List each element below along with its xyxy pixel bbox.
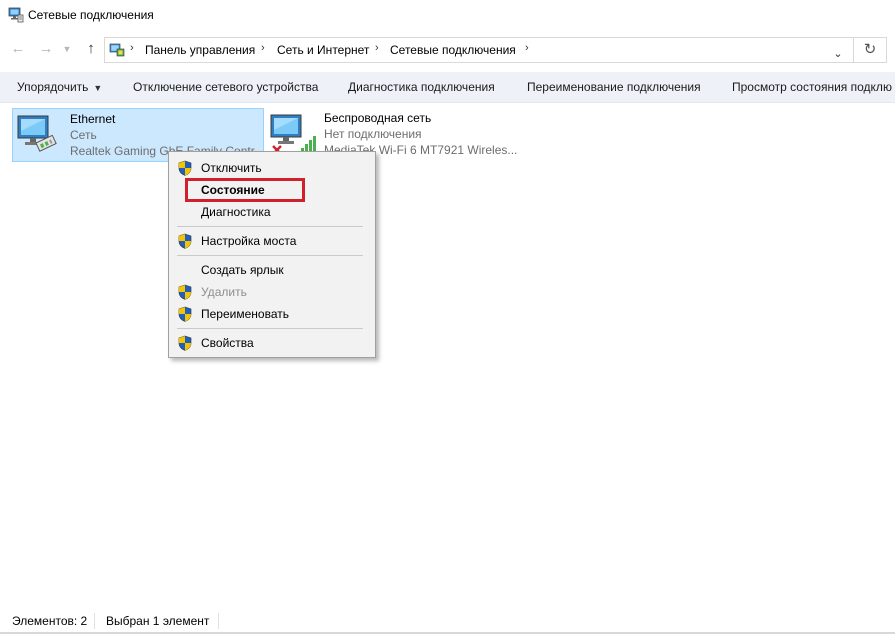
organize-button[interactable]: Упорядочить ▼ [17,80,102,94]
menu-item-label: Отключить [201,161,262,175]
uac-shield-icon [178,160,192,176]
status-separator [218,613,219,629]
menu-item-label: Свойства [201,336,254,350]
connection-status: Сеть [70,128,97,142]
bottom-border [0,632,895,634]
address-bar[interactable]: › Панель управления › Сеть и Интернет › … [104,37,854,63]
menu-item-properties[interactable]: Свойства [169,332,375,354]
breadcrumb-control-panel[interactable]: Панель управления [145,43,255,57]
navigation-row: ← → ▼ ↑ › Панель управления › Сеть и Инт… [0,34,895,66]
uac-shield-icon [178,233,192,249]
menu-item-rename[interactable]: Переименовать [169,303,375,325]
item-count: Элементов: 2 [12,614,88,628]
forward-button[interactable]: → [37,40,55,58]
connection-name: Беспроводная сеть [324,111,432,125]
chevron-down-icon: ⌄ [833,48,843,60]
wireless-adapter-icon [270,114,316,155]
refresh-button[interactable]: ↻ [854,37,887,63]
refresh-icon: ↻ [863,41,877,58]
breadcrumb-network-internet[interactable]: Сеть и Интернет [277,43,369,57]
menu-item-bridge[interactable]: Настройка моста [169,230,375,252]
menu-item-label: Переименовать [201,307,289,321]
breadcrumb-separator: › [130,42,134,54]
menu-item-create-shortcut[interactable]: Создать ярлык [169,259,375,281]
arrow-up-icon: ↑ [87,40,95,57]
highlight-box [185,178,305,202]
uac-shield-icon [178,335,192,351]
menu-item-label: Удалить [201,285,247,299]
connection-name: Ethernet [70,112,116,126]
menu-item-label: Настройка моста [201,234,297,248]
status-separator [94,613,95,629]
breadcrumb-separator[interactable]: › [525,42,529,54]
uac-shield-icon [178,306,192,322]
caret-down-icon: ▼ [93,83,103,93]
control-panel-icon [109,43,125,57]
organize-label: Упорядочить [17,80,89,94]
menu-separator [177,328,363,329]
chevron-down-icon: ▼ [62,44,72,54]
connection-status: Нет подключения [324,127,422,141]
rename-connection-button[interactable]: Переименование подключения [527,80,701,94]
command-bar: Упорядочить ▼ Отключение сетевого устройс… [0,72,895,103]
menu-item-disable[interactable]: Отключить [169,157,375,179]
menu-separator [177,255,363,256]
menu-item-label: Создать ярлык [201,263,284,277]
arrow-right-icon: → [38,40,54,57]
uac-shield-icon [178,284,192,300]
title-bar: Сетевые подключения [0,0,895,30]
selection-count: Выбран 1 элемент [106,614,210,628]
breadcrumb-network-connections[interactable]: Сетевые подключения [390,43,516,57]
diagnose-connection-button[interactable]: Диагностика подключения [348,80,495,94]
menu-item-label: Диагностика [201,205,271,219]
recent-locations-button[interactable]: ▼ [61,40,73,58]
up-button[interactable]: ↑ [82,40,100,58]
menu-item-delete[interactable]: Удалить [169,281,375,303]
breadcrumb-separator[interactable]: › [261,42,265,54]
breadcrumb-separator[interactable]: › [375,42,379,54]
disable-device-button[interactable]: Отключение сетевого устройства [133,80,318,94]
menu-item-diagnostics[interactable]: Диагностика [169,201,375,223]
ethernet-adapter-icon [17,115,57,152]
address-history-dropdown[interactable]: ⌄ [827,42,849,66]
window-title: Сетевые подключения [28,8,154,22]
network-connections-icon [8,7,24,23]
arrow-left-icon: ← [10,40,26,57]
menu-separator [177,226,363,227]
back-button[interactable]: ← [9,40,27,58]
view-status-button[interactable]: Просмотр состояния подклю [732,80,892,94]
